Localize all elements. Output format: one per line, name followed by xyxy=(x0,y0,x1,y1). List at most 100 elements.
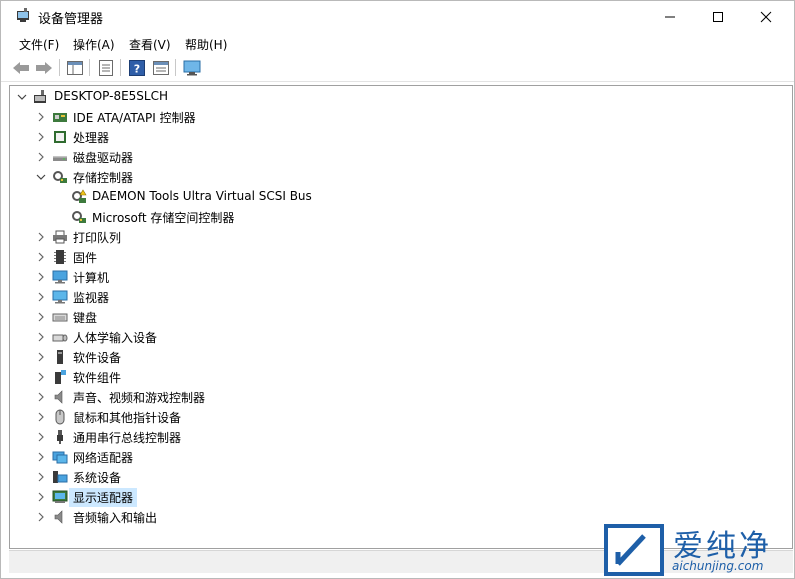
monitor-scan-icon xyxy=(183,60,201,75)
tree-item-label[interactable]: 监视器 xyxy=(71,289,111,306)
close-button[interactable] xyxy=(743,1,789,32)
expand-chevron-icon[interactable] xyxy=(35,131,47,143)
tree-item-label[interactable]: 音频输入和输出 xyxy=(71,509,159,526)
tree-item-label[interactable]: 通用串行总线控制器 xyxy=(71,429,183,446)
properties-icon xyxy=(99,59,113,76)
toolbar-separator xyxy=(89,59,90,76)
window-title: 设备管理器 xyxy=(38,12,104,27)
computer-icon xyxy=(52,270,68,284)
toolbar-separator xyxy=(59,59,60,76)
display-adapter-icon xyxy=(52,490,68,503)
menu-bar: 文件(F) 操作(A) 查看(V) 帮助(H) xyxy=(1,32,794,54)
menu-view[interactable]: 查看(V) xyxy=(129,36,171,53)
menu-action[interactable]: 操作(A) xyxy=(73,36,115,53)
tree-item-label[interactable]: 存储控制器 xyxy=(71,169,135,186)
audio-io-icon xyxy=(54,510,63,524)
tree-item-label[interactable]: 鼠标和其他指针设备 xyxy=(71,409,183,426)
software-component-icon xyxy=(55,370,66,384)
show-hide-console-tree-button[interactable] xyxy=(65,58,85,77)
maximize-icon xyxy=(713,11,723,22)
tree-item-label[interactable]: 声音、视频和游戏控制器 xyxy=(71,389,207,406)
expand-chevron-icon[interactable] xyxy=(35,311,47,323)
tree-child-label[interactable]: DAEMON Tools Ultra Virtual SCSI Bus xyxy=(90,189,314,203)
forward-arrow-icon xyxy=(36,61,52,74)
tree-item-label[interactable]: 软件设备 xyxy=(71,349,123,366)
scan-hardware-button[interactable] xyxy=(182,58,202,77)
toolbar-separator xyxy=(175,59,176,76)
properties-button[interactable] xyxy=(96,58,116,77)
tree-item-label[interactable]: 计算机 xyxy=(71,269,111,286)
collapse-chevron-icon[interactable] xyxy=(35,171,47,183)
storage-controller-icon xyxy=(53,171,67,183)
title-bar[interactable]: 设备管理器 xyxy=(1,1,794,32)
close-icon xyxy=(760,11,772,22)
tree-item-label[interactable]: 人体学输入设备 xyxy=(71,329,159,346)
minimize-button[interactable] xyxy=(647,1,693,32)
tree-item-label[interactable]: 固件 xyxy=(71,249,99,266)
expand-chevron-icon[interactable] xyxy=(35,351,47,363)
expand-chevron-icon[interactable] xyxy=(35,471,47,483)
help-button[interactable]: ? xyxy=(127,58,147,77)
processor-icon xyxy=(54,131,66,143)
forward-button[interactable] xyxy=(34,58,54,77)
expand-chevron-icon[interactable] xyxy=(35,371,47,383)
watermark: 爱纯净 aichunjing.com xyxy=(598,518,795,579)
expand-chevron-icon[interactable] xyxy=(35,231,47,243)
computer-root-icon xyxy=(34,90,46,103)
network-adapter-icon xyxy=(52,451,68,464)
tree-root-label[interactable]: DESKTOP-8E5SLCH xyxy=(52,89,170,103)
watermark-url: aichunjing.com xyxy=(672,559,764,573)
firmware-icon xyxy=(54,250,66,264)
ide-controller-icon xyxy=(53,113,67,122)
speaker-icon xyxy=(54,390,63,404)
scsi-controller-icon xyxy=(72,189,87,203)
disk-drive-icon xyxy=(53,156,67,161)
expand-chevron-icon[interactable] xyxy=(35,111,47,123)
tree-item-label[interactable]: 打印队列 xyxy=(71,229,123,246)
expand-chevron-icon[interactable] xyxy=(35,251,47,263)
expand-chevron-icon[interactable] xyxy=(35,451,47,463)
menu-help[interactable]: 帮助(H) xyxy=(185,36,227,53)
view-button[interactable] xyxy=(151,58,171,77)
usb-controller-icon xyxy=(57,430,63,444)
expand-chevron-icon[interactable] xyxy=(35,491,47,503)
tree-item-label[interactable]: 软件组件 xyxy=(71,369,123,386)
tree-item-label[interactable]: IDE ATA/ATAPI 控制器 xyxy=(71,109,198,126)
toolbar-separator xyxy=(120,59,121,76)
expand-chevron-icon[interactable] xyxy=(35,411,47,423)
software-device-icon xyxy=(57,350,63,364)
back-arrow-icon xyxy=(13,61,29,74)
hid-icon xyxy=(52,334,68,342)
tree-item-label[interactable]: 键盘 xyxy=(71,309,99,326)
toolbar: ? xyxy=(1,54,794,82)
maximize-button[interactable] xyxy=(695,1,741,32)
tree-child-label[interactable]: Microsoft 存储空间控制器 xyxy=(90,209,236,226)
keyboard-icon xyxy=(52,313,68,322)
collapse-chevron-icon[interactable] xyxy=(16,91,28,103)
device-manager-window: 设备管理器 文件(F) 操作(A) 查看(V) 帮助(H) ? DESKTOP-… xyxy=(0,0,795,579)
expand-chevron-icon[interactable] xyxy=(35,151,47,163)
help-icon: ? xyxy=(129,59,145,76)
printer-icon xyxy=(53,230,67,244)
tree-item-label[interactable]: 处理器 xyxy=(71,129,111,146)
expand-chevron-icon[interactable] xyxy=(35,291,47,303)
system-device-icon xyxy=(53,471,68,483)
tree-item-label-selected[interactable]: 显示适配器 xyxy=(69,488,138,507)
minimize-icon xyxy=(665,16,675,17)
expand-chevron-icon[interactable] xyxy=(35,391,47,403)
expand-chevron-icon[interactable] xyxy=(35,431,47,443)
device-tree[interactable]: DESKTOP-8E5SLCH IDE ATA/ATAPI 控制器 处理器 磁盘… xyxy=(9,85,793,549)
tree-item-label[interactable]: 网络适配器 xyxy=(71,449,135,466)
watermark-logo-icon xyxy=(604,524,664,576)
console-tree-icon xyxy=(67,60,83,75)
monitor-icon xyxy=(52,290,68,304)
expand-chevron-icon[interactable] xyxy=(35,271,47,283)
tree-item-label[interactable]: 磁盘驱动器 xyxy=(71,149,135,166)
tree-item-label[interactable]: 系统设备 xyxy=(71,469,123,486)
back-button[interactable] xyxy=(11,58,31,77)
device-manager-icon xyxy=(17,8,29,22)
menu-file[interactable]: 文件(F) xyxy=(19,36,59,53)
storage-spaces-controller-icon xyxy=(72,211,86,223)
expand-chevron-icon[interactable] xyxy=(35,511,47,523)
expand-chevron-icon[interactable] xyxy=(35,331,47,343)
